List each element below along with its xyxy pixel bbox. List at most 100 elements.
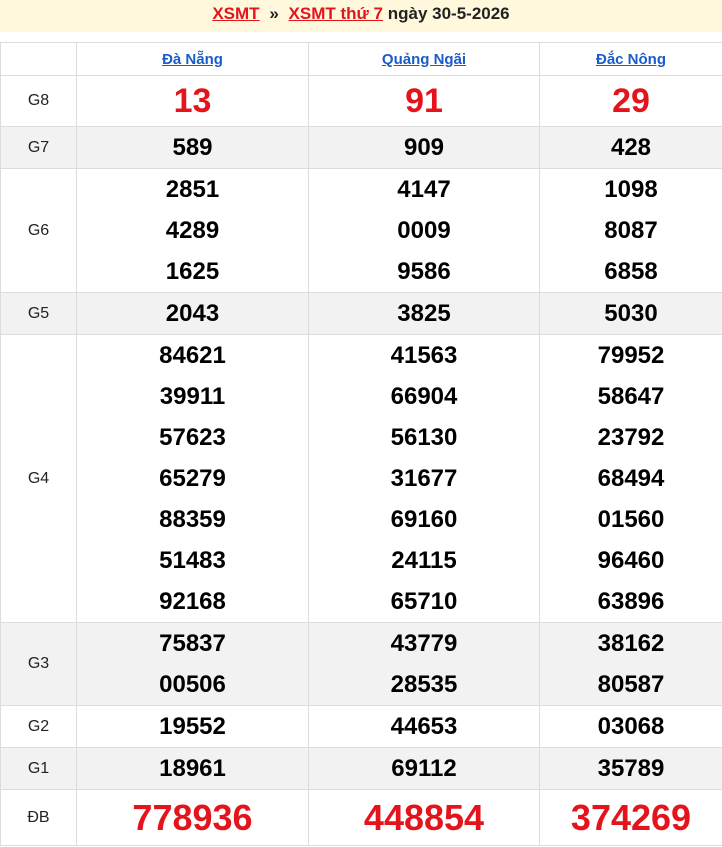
province-link-dac-nong[interactable]: Đắc Nông bbox=[596, 51, 666, 68]
prize-label: G1 bbox=[0, 747, 77, 790]
prize-number: 448854 bbox=[363, 797, 485, 838]
xsmt-thu7-link[interactable]: XSMT thứ 7 bbox=[289, 4, 383, 23]
prize-cell-quang-ngai: 3825 bbox=[308, 292, 540, 335]
province-header-da-nang: Đà Nẵng bbox=[76, 42, 309, 76]
province-link-quang-ngai[interactable]: Quảng Ngãi bbox=[382, 51, 466, 68]
prize-cell-quang-ngai: 4147 0009 9586 bbox=[308, 168, 540, 293]
prize-number: 1625 bbox=[165, 258, 220, 285]
prize-number: 69160 bbox=[390, 506, 458, 533]
prize-label: G7 bbox=[0, 126, 77, 169]
result-date: ngày 30-5-2026 bbox=[387, 4, 510, 23]
prize-number: 23792 bbox=[597, 424, 665, 451]
prize-number: 18961 bbox=[159, 755, 226, 782]
prize-number: 63896 bbox=[597, 588, 665, 615]
prize-number: 88359 bbox=[159, 506, 226, 533]
prize-row-g1: G1 18961 69112 35789 bbox=[0, 747, 722, 790]
prize-number: 66904 bbox=[390, 383, 458, 410]
prize-number: 03068 bbox=[597, 713, 665, 740]
xsmt-link[interactable]: XSMT bbox=[212, 4, 259, 23]
prize-cell-da-nang: 13 bbox=[76, 75, 309, 127]
prize-cell-dac-nong: 79952 58647 23792 68494 01560 96460 63896 bbox=[539, 334, 722, 623]
prize-number: 28535 bbox=[390, 671, 458, 698]
prize-row-g2: G2 19552 44653 03068 bbox=[0, 705, 722, 748]
prize-cell-dac-nong: 03068 bbox=[539, 705, 722, 748]
prize-number: 19552 bbox=[159, 713, 226, 740]
prize-cell-dac-nong: 1098 8087 6858 bbox=[539, 168, 722, 293]
prize-number: 75837 bbox=[159, 630, 226, 657]
prize-cell-da-nang: 18961 bbox=[76, 747, 309, 790]
prize-number: 9586 bbox=[397, 258, 451, 285]
prize-number: 428 bbox=[610, 134, 652, 161]
prize-number: 80587 bbox=[597, 671, 665, 698]
prize-cell-quang-ngai: 69112 bbox=[308, 747, 540, 790]
breadcrumb-separator: » bbox=[269, 4, 279, 23]
prize-cell-quang-ngai: 448854 bbox=[308, 789, 540, 846]
prize-number: 2851 bbox=[165, 176, 220, 203]
prize-cell-quang-ngai: 43779 28535 bbox=[308, 622, 540, 706]
prize-label: G4 bbox=[0, 334, 77, 623]
prize-cell-dac-nong: 428 bbox=[539, 126, 722, 169]
province-link-da-nang[interactable]: Đà Nẵng bbox=[162, 51, 223, 68]
prize-cell-dac-nong: 5030 bbox=[539, 292, 722, 335]
corner-cell bbox=[0, 42, 77, 76]
prize-number: 31677 bbox=[390, 465, 458, 492]
prize-number: 91 bbox=[405, 82, 443, 120]
prize-number: 51483 bbox=[159, 547, 226, 574]
prize-number: 38162 bbox=[597, 630, 665, 657]
prize-cell-dac-nong: 38162 80587 bbox=[539, 622, 722, 706]
prize-number: 4289 bbox=[165, 217, 220, 244]
result-body: G8 13 91 29 G7 589 909 428 G6 2851 4289 1625 4147 000… bbox=[0, 75, 722, 846]
prize-cell-quang-ngai: 44653 bbox=[308, 705, 540, 748]
province-header-dac-nong: Đắc Nông bbox=[539, 42, 722, 76]
prize-number: 3825 bbox=[397, 300, 451, 327]
prize-label: G8 bbox=[0, 75, 77, 127]
prize-number: 96460 bbox=[597, 547, 665, 574]
result-title-bar: XSMT » XSMT thứ 7 ngày 30-5-2026 bbox=[0, 0, 722, 32]
prize-number: 65279 bbox=[159, 465, 226, 492]
prize-number: 92168 bbox=[159, 588, 226, 615]
spacer bbox=[0, 32, 722, 42]
prize-number: 24115 bbox=[391, 547, 457, 574]
prize-label: G5 bbox=[0, 292, 77, 335]
prize-label: G2 bbox=[0, 705, 77, 748]
prize-number: 79952 bbox=[597, 342, 665, 369]
prize-cell-da-nang: 2043 bbox=[76, 292, 309, 335]
prize-row-g7: G7 589 909 428 bbox=[0, 126, 722, 169]
prize-number: 57623 bbox=[159, 424, 226, 451]
lottery-result-table: Đà Nẵng Quảng Ngãi Đắc Nông G8 13 91 29 G7 58… bbox=[0, 42, 722, 846]
prize-cell-da-nang: 19552 bbox=[76, 705, 309, 748]
prize-number: 58647 bbox=[597, 383, 665, 410]
prize-number: 65710 bbox=[390, 588, 458, 615]
prize-label: G3 bbox=[0, 622, 77, 706]
prize-number: 84621 bbox=[159, 342, 226, 369]
prize-row-g3: G3 75837 00506 43779 28535 38162 80587 bbox=[0, 622, 722, 706]
prize-number: 374269 bbox=[570, 797, 692, 838]
prize-number: 43779 bbox=[390, 630, 458, 657]
prize-cell-da-nang: 589 bbox=[76, 126, 309, 169]
prize-cell-quang-ngai: 41563 66904 56130 31677 69160 24115 65710 bbox=[308, 334, 540, 623]
prize-number: 41563 bbox=[390, 342, 458, 369]
prize-cell-da-nang: 84621 39911 57623 65279 88359 51483 92168 bbox=[76, 334, 309, 623]
prize-number: 5030 bbox=[604, 300, 658, 327]
prize-number: 01560 bbox=[597, 506, 665, 533]
prize-cell-quang-ngai: 909 bbox=[308, 126, 540, 169]
prize-cell-dac-nong: 29 bbox=[539, 75, 722, 127]
prize-row-g5: G5 2043 3825 5030 bbox=[0, 292, 722, 335]
prize-label: ĐB bbox=[0, 789, 77, 846]
prize-number: 1098 bbox=[604, 176, 658, 203]
prize-number: 56130 bbox=[390, 424, 458, 451]
prize-row-g8: G8 13 91 29 bbox=[0, 75, 722, 127]
prize-number: 69112 bbox=[391, 755, 457, 782]
prize-number: 00506 bbox=[159, 671, 226, 698]
prize-number: 909 bbox=[403, 134, 445, 161]
prize-number: 8087 bbox=[604, 217, 658, 244]
prize-cell-dac-nong: 374269 bbox=[539, 789, 722, 846]
prize-cell-quang-ngai: 91 bbox=[308, 75, 540, 127]
prize-number: 29 bbox=[612, 82, 650, 120]
prize-cell-da-nang: 2851 4289 1625 bbox=[76, 168, 309, 293]
province-header-quang-ngai: Quảng Ngãi bbox=[308, 42, 540, 76]
prize-cell-da-nang: 75837 00506 bbox=[76, 622, 309, 706]
prize-cell-da-nang: 778936 bbox=[76, 789, 309, 846]
prize-number: 39911 bbox=[159, 383, 226, 410]
prize-number: 13 bbox=[173, 82, 212, 120]
